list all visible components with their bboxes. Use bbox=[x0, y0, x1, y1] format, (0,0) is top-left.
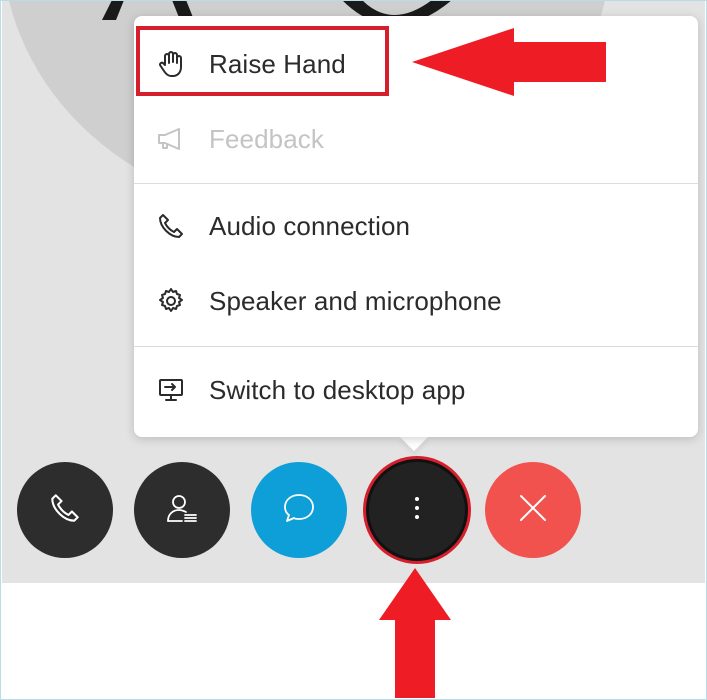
menu-item-label: Switch to desktop app bbox=[209, 374, 466, 405]
menu-item-switch-to-desktop-app[interactable]: Switch to desktop app bbox=[134, 355, 698, 425]
leave-meeting-button[interactable] bbox=[485, 462, 581, 558]
menu-item-feedback: Feedback bbox=[134, 104, 698, 174]
phone-icon bbox=[156, 211, 186, 241]
more-vertical-icon bbox=[412, 493, 422, 528]
audio-button[interactable] bbox=[17, 462, 113, 558]
participants-button[interactable] bbox=[134, 462, 230, 558]
menu-item-label: Feedback bbox=[209, 123, 324, 154]
more-options-button[interactable] bbox=[369, 462, 465, 558]
menu-item-label: Speaker and microphone bbox=[209, 285, 502, 316]
participants-icon bbox=[165, 491, 199, 530]
menu-item-label: Raise Hand bbox=[209, 48, 346, 79]
hand-icon bbox=[156, 49, 186, 79]
gear-icon bbox=[156, 286, 186, 316]
menu-divider bbox=[134, 183, 698, 184]
megaphone-icon bbox=[156, 124, 186, 154]
menu-item-label: Audio connection bbox=[209, 210, 411, 241]
chat-icon bbox=[281, 490, 317, 531]
close-icon bbox=[517, 492, 549, 529]
menu-item-audio-connection[interactable]: Audio connection bbox=[134, 191, 698, 261]
meeting-screen: Raise Hand Feedback Audio connection Spe… bbox=[0, 0, 707, 700]
annotation-arrow-up bbox=[379, 568, 451, 698]
desktop-switch-icon bbox=[156, 375, 186, 405]
more-options-menu: Raise Hand Feedback Audio connection Spe… bbox=[134, 16, 698, 437]
chat-button[interactable] bbox=[251, 462, 347, 558]
menu-divider bbox=[134, 346, 698, 347]
menu-item-raise-hand[interactable]: Raise Hand bbox=[134, 29, 698, 99]
phone-icon bbox=[50, 493, 80, 528]
menu-item-speaker-and-microphone[interactable]: Speaker and microphone bbox=[134, 266, 698, 336]
